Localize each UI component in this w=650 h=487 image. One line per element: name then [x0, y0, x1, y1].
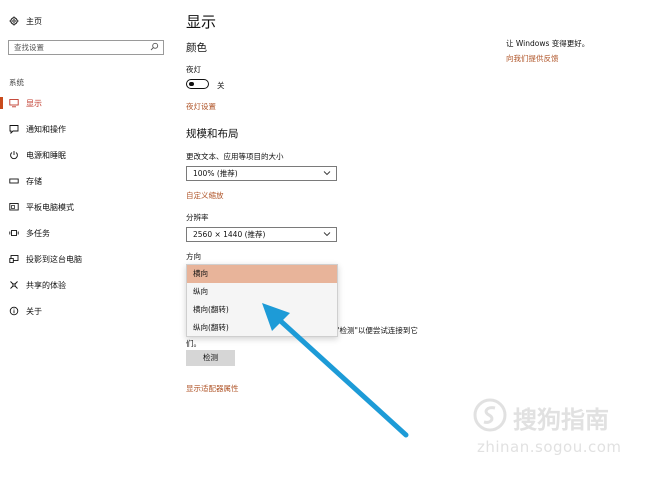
message-icon — [9, 124, 19, 134]
monitor-icon — [9, 98, 19, 108]
sidebar-item-label: 存储 — [26, 176, 42, 186]
display-adapter-link[interactable]: 显示适配器属性 — [186, 383, 239, 394]
gear-icon — [9, 16, 19, 26]
page-title: 显示 — [186, 13, 217, 31]
orientation-label: 方向 — [186, 252, 201, 261]
sidebar-item-about[interactable]: 关于 — [9, 302, 42, 320]
color-heading: 颜色 — [186, 42, 207, 54]
feedback-text: 让 Windows 变得更好。 — [506, 39, 590, 48]
watermark-url: zhinan.sogou.com — [477, 438, 622, 456]
active-indicator — [0, 97, 3, 109]
detect-button[interactable]: 检测 — [186, 350, 235, 366]
resolution-label: 分辨率 — [186, 213, 209, 222]
custom-scale-link[interactable]: 自定义缩放 — [186, 190, 224, 201]
sidebar-item-tablet[interactable]: 平板电脑模式 — [9, 198, 74, 216]
sidebar-item-multitasking[interactable]: 多任务 — [9, 224, 50, 242]
sidebar-item-label: 通知和操作 — [26, 124, 66, 134]
detect-description-cont: 们。 — [186, 339, 201, 348]
search-input[interactable]: 查找设置 — [8, 40, 164, 55]
sidebar-item-display[interactable]: 显示 — [9, 94, 42, 112]
watermark: 搜狗指南 zhinan.sogou.com — [467, 394, 632, 464]
feedback-link[interactable]: 向我们提供反馈 — [506, 53, 559, 64]
info-icon — [9, 306, 19, 316]
sidebar-home[interactable]: 主页 — [9, 12, 42, 30]
scale-dropdown[interactable]: 100% (推荐) — [186, 166, 337, 181]
sidebar-item-label: 多任务 — [26, 228, 50, 238]
chevron-down-icon — [323, 168, 331, 182]
sidebar-item-power[interactable]: 电源和睡眠 — [9, 146, 66, 164]
sidebar-item-label: 共享的体验 — [26, 280, 66, 290]
sidebar-item-notifications[interactable]: 通知和操作 — [9, 120, 66, 138]
scale-value: 100% (推荐) — [193, 169, 238, 178]
sidebar-item-label: 关于 — [26, 306, 42, 316]
projector-icon — [9, 254, 19, 264]
search-placeholder: 查找设置 — [14, 43, 44, 52]
sidebar-home-label: 主页 — [26, 16, 42, 26]
night-light-state: 关 — [217, 81, 225, 90]
sidebar-item-shared-experiences[interactable]: 共享的体验 — [9, 276, 66, 294]
scale-label: 更改文本、应用等项目的大小 — [186, 152, 284, 161]
night-light-settings-link[interactable]: 夜灯设置 — [186, 101, 216, 112]
section-label-system: 系统 — [9, 78, 24, 87]
sidebar-item-label: 电源和睡眠 — [26, 150, 66, 160]
search-icon — [150, 42, 159, 55]
scale-layout-heading: 规模和布局 — [186, 128, 239, 140]
orientation-option-landscape[interactable]: 横向 — [187, 265, 337, 283]
power-icon — [9, 150, 19, 160]
multitask-icon — [9, 228, 19, 238]
annotation-arrow — [262, 303, 409, 438]
chevron-down-icon — [323, 229, 331, 243]
share-icon — [9, 280, 19, 290]
sidebar-item-storage[interactable]: 存储 — [9, 172, 42, 190]
resolution-dropdown[interactable]: 2560 × 1440 (推荐) — [186, 227, 337, 242]
sidebar-item-projecting[interactable]: 投影到这台电脑 — [9, 250, 82, 268]
sidebar-item-label: 投影到这台电脑 — [26, 254, 82, 264]
tablet-icon — [9, 202, 19, 212]
resolution-value: 2560 × 1440 (推荐) — [193, 230, 266, 239]
night-light-toggle[interactable] — [186, 79, 209, 89]
storage-icon — [9, 176, 19, 186]
toggle-knob — [189, 81, 194, 86]
sidebar-item-label: 显示 — [26, 98, 42, 108]
night-light-label: 夜灯 — [186, 65, 201, 74]
sogou-logo-icon — [473, 398, 507, 432]
watermark-brand: 搜狗指南 — [513, 406, 609, 434]
sidebar-item-label: 平板电脑模式 — [26, 202, 74, 212]
